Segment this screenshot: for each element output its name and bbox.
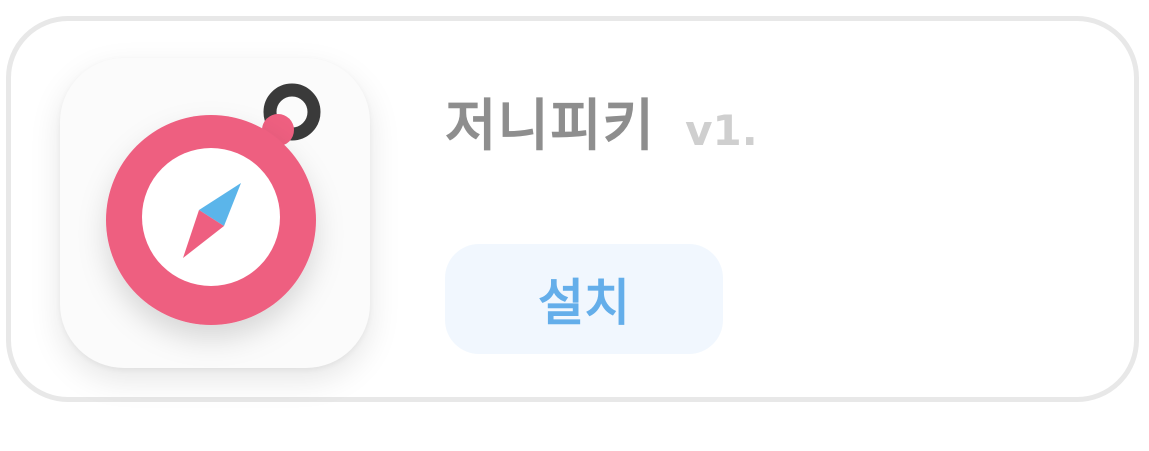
install-button[interactable]: 설치 bbox=[445, 244, 723, 354]
title-row: 저니피키 v1. bbox=[445, 92, 758, 162]
app-name: 저니피키 bbox=[445, 94, 656, 159]
app-icon[interactable] bbox=[60, 58, 370, 368]
compass-icon bbox=[106, 83, 321, 325]
app-version: v1. bbox=[685, 106, 758, 155]
